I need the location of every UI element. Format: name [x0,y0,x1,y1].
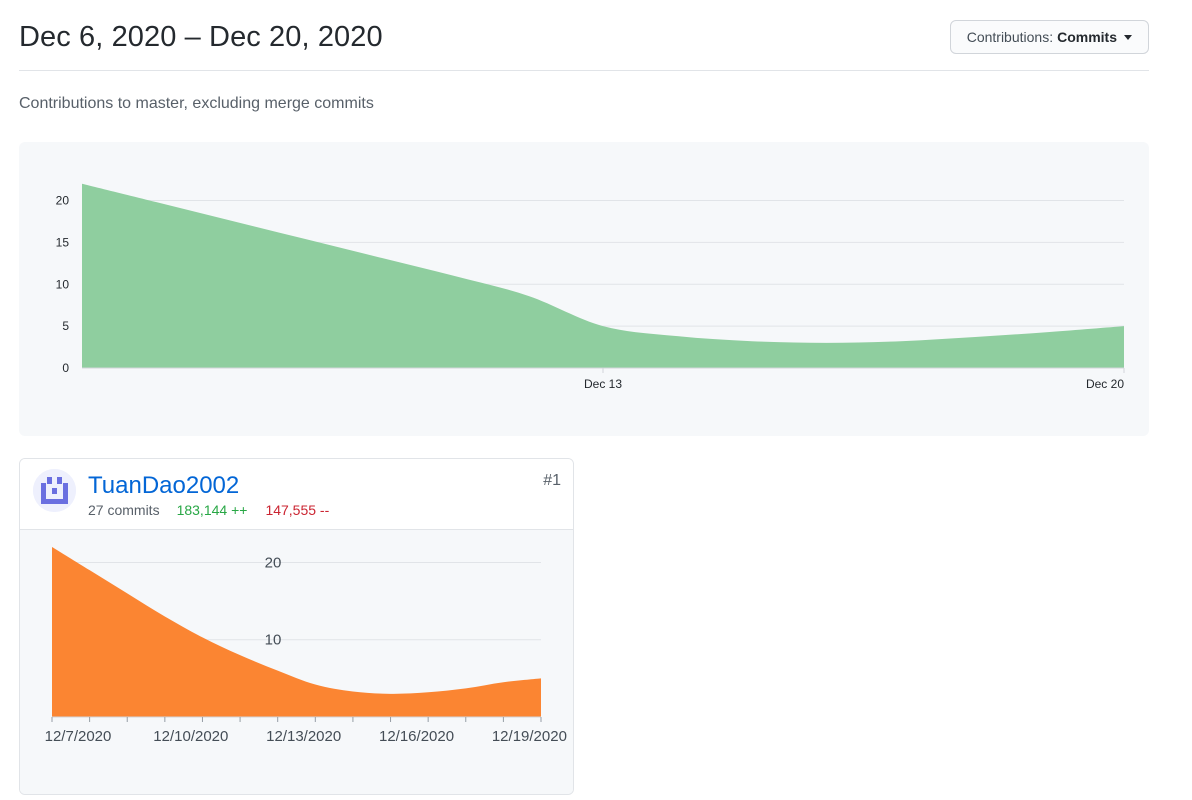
x-tick-label: 12/19/2020 [492,728,567,745]
x-tick-label: Dec 13 [584,377,622,391]
contributions-subtitle: Contributions to master, excluding merge… [19,95,374,112]
y-tick-label: 0 [62,361,69,375]
y-tick-label: 10 [56,277,70,291]
contributor-username-link[interactable]: TuanDao2002 [88,472,239,500]
y-tick-label: 15 [56,235,70,249]
contributions-label: Contributions: [966,29,1054,45]
caret-down-icon [1124,35,1132,40]
contributor-rank: #1 [543,472,561,489]
additions-count: 183,144 ++ [176,502,248,518]
contributions-selected-value: Commits [1057,29,1117,45]
date-range-title: Dec 6, 2020 – Dec 20, 2020 [19,21,383,53]
x-tick-label: 12/13/2020 [266,728,341,745]
overall-commits-svg: 0 5 10 15 20 Dec 13 Dec 20 [56,183,1125,391]
y-tick-label: 5 [62,319,69,333]
x-tick-label: Dec 20 [1086,377,1124,391]
avatar-identicon-icon [33,469,76,512]
contributor-commits-svg: 10 20 12/7/2020 12/10/2020 12/13/2020 12/16/2… [45,547,567,745]
y-tick-label: 20 [265,554,282,571]
y-tick-label: 10 [265,632,282,649]
commits-count-link[interactable]: 27 commits [88,502,160,518]
contributions-type-dropdown[interactable]: Contributions: Commits [949,20,1149,54]
contributor-commits-area-series [52,547,541,717]
x-tick-label: 12/16/2020 [379,728,454,745]
contributor-commits-chart: 10 20 12/7/2020 12/10/2020 12/13/2020 12/16/2… [20,530,573,794]
x-tick-label: 12/10/2020 [153,728,228,745]
deletions-count: 147,555 -- [265,502,330,518]
page-header: Dec 6, 2020 – Dec 20, 2020 Contributions… [19,0,1149,71]
contributor-card: TuanDao2002 #1 27 commits 183,144 ++ 147… [19,458,574,795]
contributor-avatar[interactable] [33,469,76,512]
contributor-card-header: TuanDao2002 #1 27 commits 183,144 ++ 147… [20,459,573,530]
overall-commits-chart: 0 5 10 15 20 Dec 13 Dec 20 [19,142,1149,436]
commits-area-series [82,183,1124,368]
y-tick-label: 20 [56,194,70,208]
contributor-stats: 27 commits 183,144 ++ 147,555 -- [88,502,329,518]
x-tick-label: 12/7/2020 [45,728,112,745]
